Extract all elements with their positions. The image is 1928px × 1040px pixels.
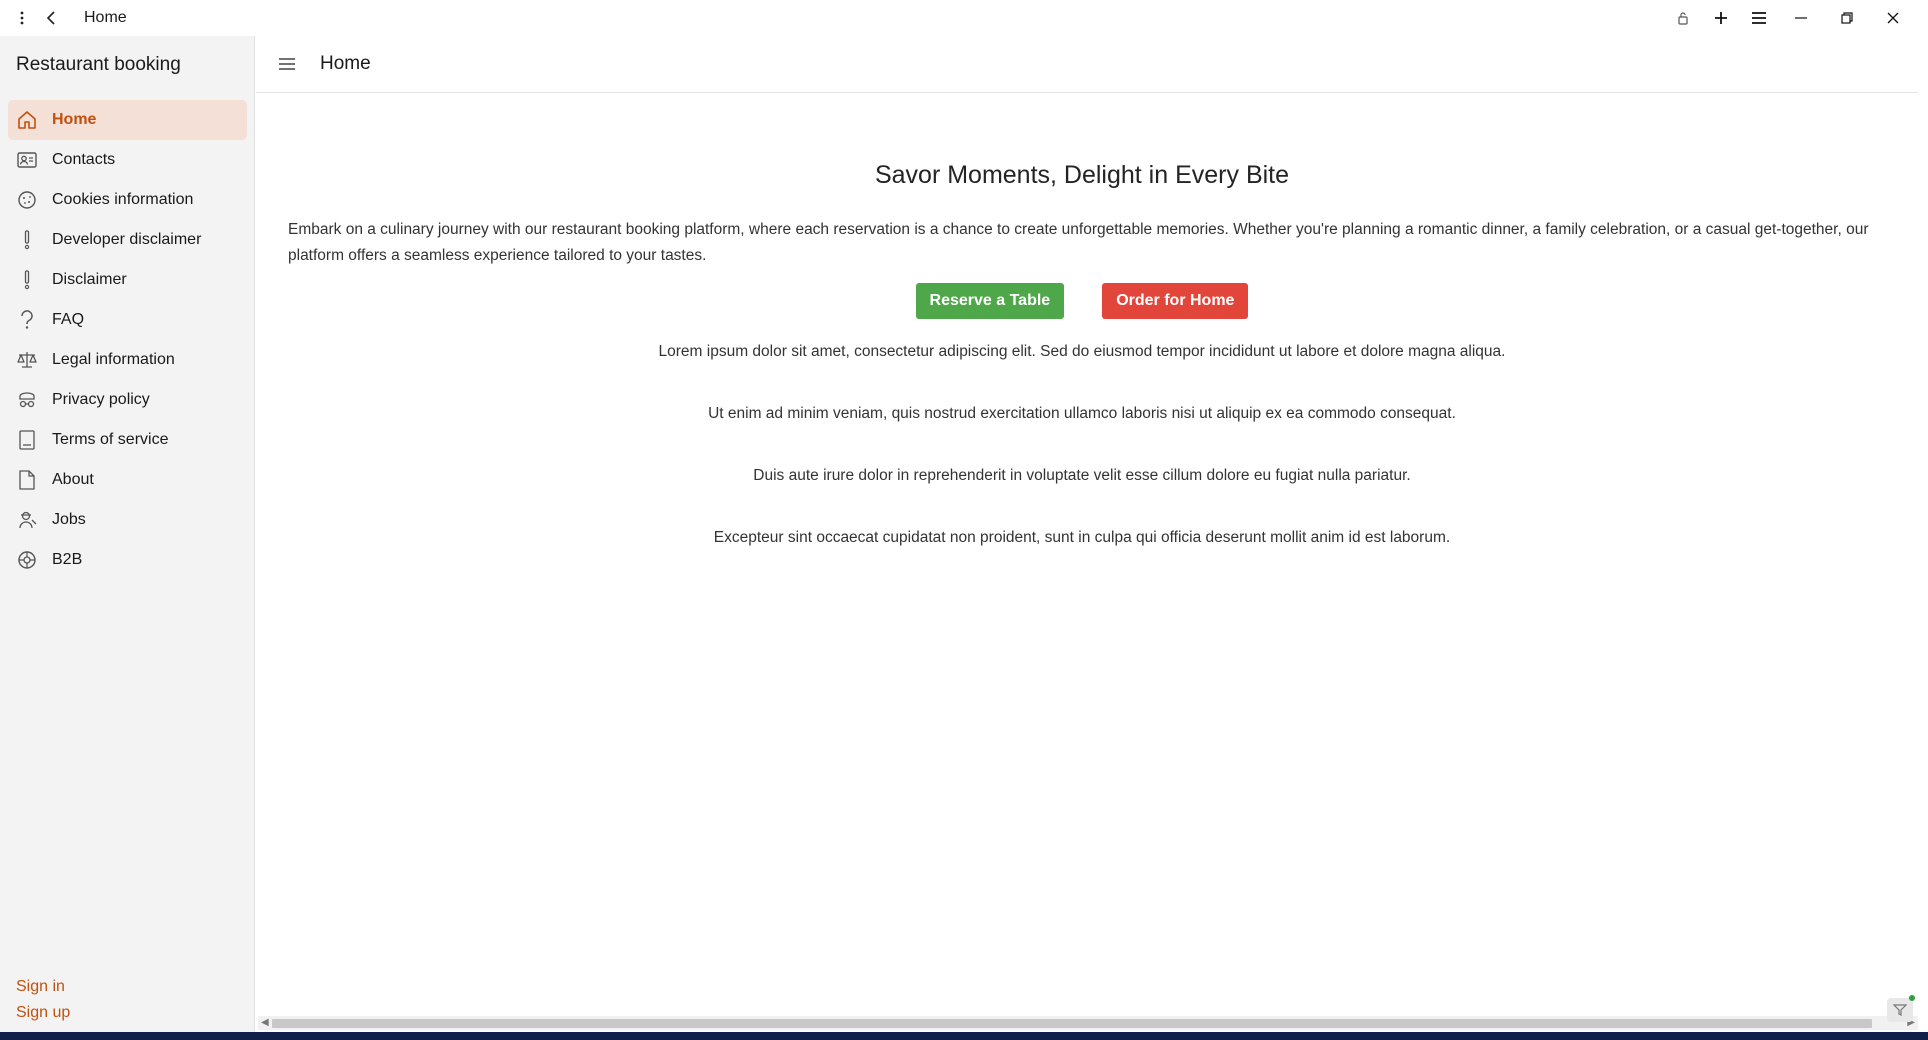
sidebar-item-cookies[interactable]: Cookies information	[8, 180, 247, 220]
exclamation-icon	[16, 269, 38, 291]
hero-title: Savor Moments, Delight in Every Bite	[874, 161, 1290, 189]
lock-icon[interactable]	[1664, 0, 1702, 36]
sidebar-item-terms[interactable]: Terms of service	[8, 420, 247, 460]
plus-icon[interactable]	[1702, 0, 1740, 36]
sidebar: Restaurant booking Home Contacts Cookies…	[0, 36, 255, 1032]
main-header: Home	[256, 36, 1918, 93]
sidebar-item-label: Privacy policy	[52, 391, 150, 408]
back-arrow-icon[interactable]	[36, 0, 66, 36]
cta-buttons: Reserve a Table Order for Home	[288, 283, 1876, 319]
sidebar-item-label: Contacts	[52, 151, 116, 168]
reserve-table-button[interactable]: Reserve a Table	[915, 283, 1065, 319]
sidebar-item-home[interactable]: Home	[8, 100, 247, 140]
title-bar-left: Home	[8, 0, 127, 36]
sidebar-item-legal[interactable]: Legal information	[8, 340, 247, 380]
order-for-home-button[interactable]: Order for Home	[1102, 283, 1249, 319]
sidebar-item-disclaimer[interactable]: Disclaimer	[8, 260, 247, 300]
question-icon	[16, 309, 38, 331]
menu-lines-icon[interactable]	[1740, 0, 1778, 36]
sidebar-item-privacy[interactable]: Privacy policy	[8, 380, 247, 420]
sidebar-item-label: Terms of service	[52, 431, 169, 448]
title-bar-controls	[1664, 0, 1916, 36]
feedback-icon[interactable]	[1887, 995, 1915, 1022]
document-lines-icon	[16, 429, 38, 451]
page-title: Home	[320, 53, 371, 74]
close-icon[interactable]	[1870, 0, 1916, 36]
status-dot	[1909, 995, 1915, 1001]
privacy-icon	[16, 389, 38, 411]
sidebar-nav: Home Contacts Cookies information Develo…	[8, 100, 247, 580]
handshake-icon	[16, 549, 38, 571]
scrollbar-thumb[interactable]	[272, 1019, 1872, 1028]
home-icon	[16, 109, 38, 131]
sidebar-item-label: Cookies information	[52, 191, 194, 208]
sidebar-item-contacts[interactable]: Contacts	[8, 140, 247, 180]
sidebar-item-label: B2B	[52, 551, 83, 568]
sidebar-item-label: FAQ	[52, 311, 85, 328]
paragraph: Lorem ipsum dolor sit amet, consectetur …	[658, 343, 1506, 360]
intro-text: Embark on a culinary journey with our re…	[288, 221, 1869, 264]
restore-icon[interactable]	[1824, 0, 1870, 36]
auth-links: Sign in Sign up	[16, 974, 70, 1026]
cookie-icon	[16, 189, 38, 211]
sign-in-link[interactable]: Sign in	[16, 974, 70, 1000]
page-icon	[16, 469, 38, 491]
paragraph: Duis aute irure dolor in reprehenderit i…	[753, 467, 1411, 484]
contact-card-icon	[16, 149, 38, 171]
worker-icon	[16, 509, 38, 531]
app-title: Restaurant booking	[16, 54, 181, 75]
more-vertical-icon[interactable]	[8, 0, 36, 36]
title-bar: Home	[0, 0, 1928, 36]
sidebar-item-about[interactable]: About	[8, 460, 247, 500]
taskbar	[0, 1032, 1928, 1040]
sidebar-item-label: Jobs	[52, 511, 86, 528]
exclamation-icon	[16, 229, 38, 251]
sidebar-item-developer-disclaimer[interactable]: Developer disclaimer	[8, 220, 247, 260]
scroll-left-icon[interactable]: ◀	[261, 1017, 269, 1028]
sidebar-item-label: Legal information	[52, 351, 175, 368]
horizontal-scrollbar[interactable]: ◀ ▶	[258, 1016, 1918, 1030]
sidebar-item-label: Disclaimer	[52, 271, 127, 288]
sidebar-item-jobs[interactable]: Jobs	[8, 500, 247, 540]
sign-up-link[interactable]: Sign up	[16, 1000, 70, 1026]
paragraph: Excepteur sint occaecat cupidatat non pr…	[713, 529, 1451, 546]
main-area: Home Savor Moments, Delight in Every Bit…	[256, 36, 1918, 1032]
window-title: Home	[84, 9, 127, 26]
scales-icon	[16, 349, 38, 371]
sidebar-item-label: Developer disclaimer	[52, 231, 202, 248]
sidebar-item-b2b[interactable]: B2B	[8, 540, 247, 580]
paragraph: Ut enim ad minim veniam, quis nostrud ex…	[708, 405, 1456, 422]
hamburger-menu-icon[interactable]	[278, 57, 298, 71]
sidebar-item-label: About	[52, 471, 94, 488]
app-window: Home Restaurant booking Home Contacts Co…	[0, 0, 1928, 1032]
sidebar-item-faq[interactable]: FAQ	[8, 300, 247, 340]
sidebar-item-label: Home	[52, 111, 97, 128]
minimize-icon[interactable]	[1778, 0, 1824, 36]
